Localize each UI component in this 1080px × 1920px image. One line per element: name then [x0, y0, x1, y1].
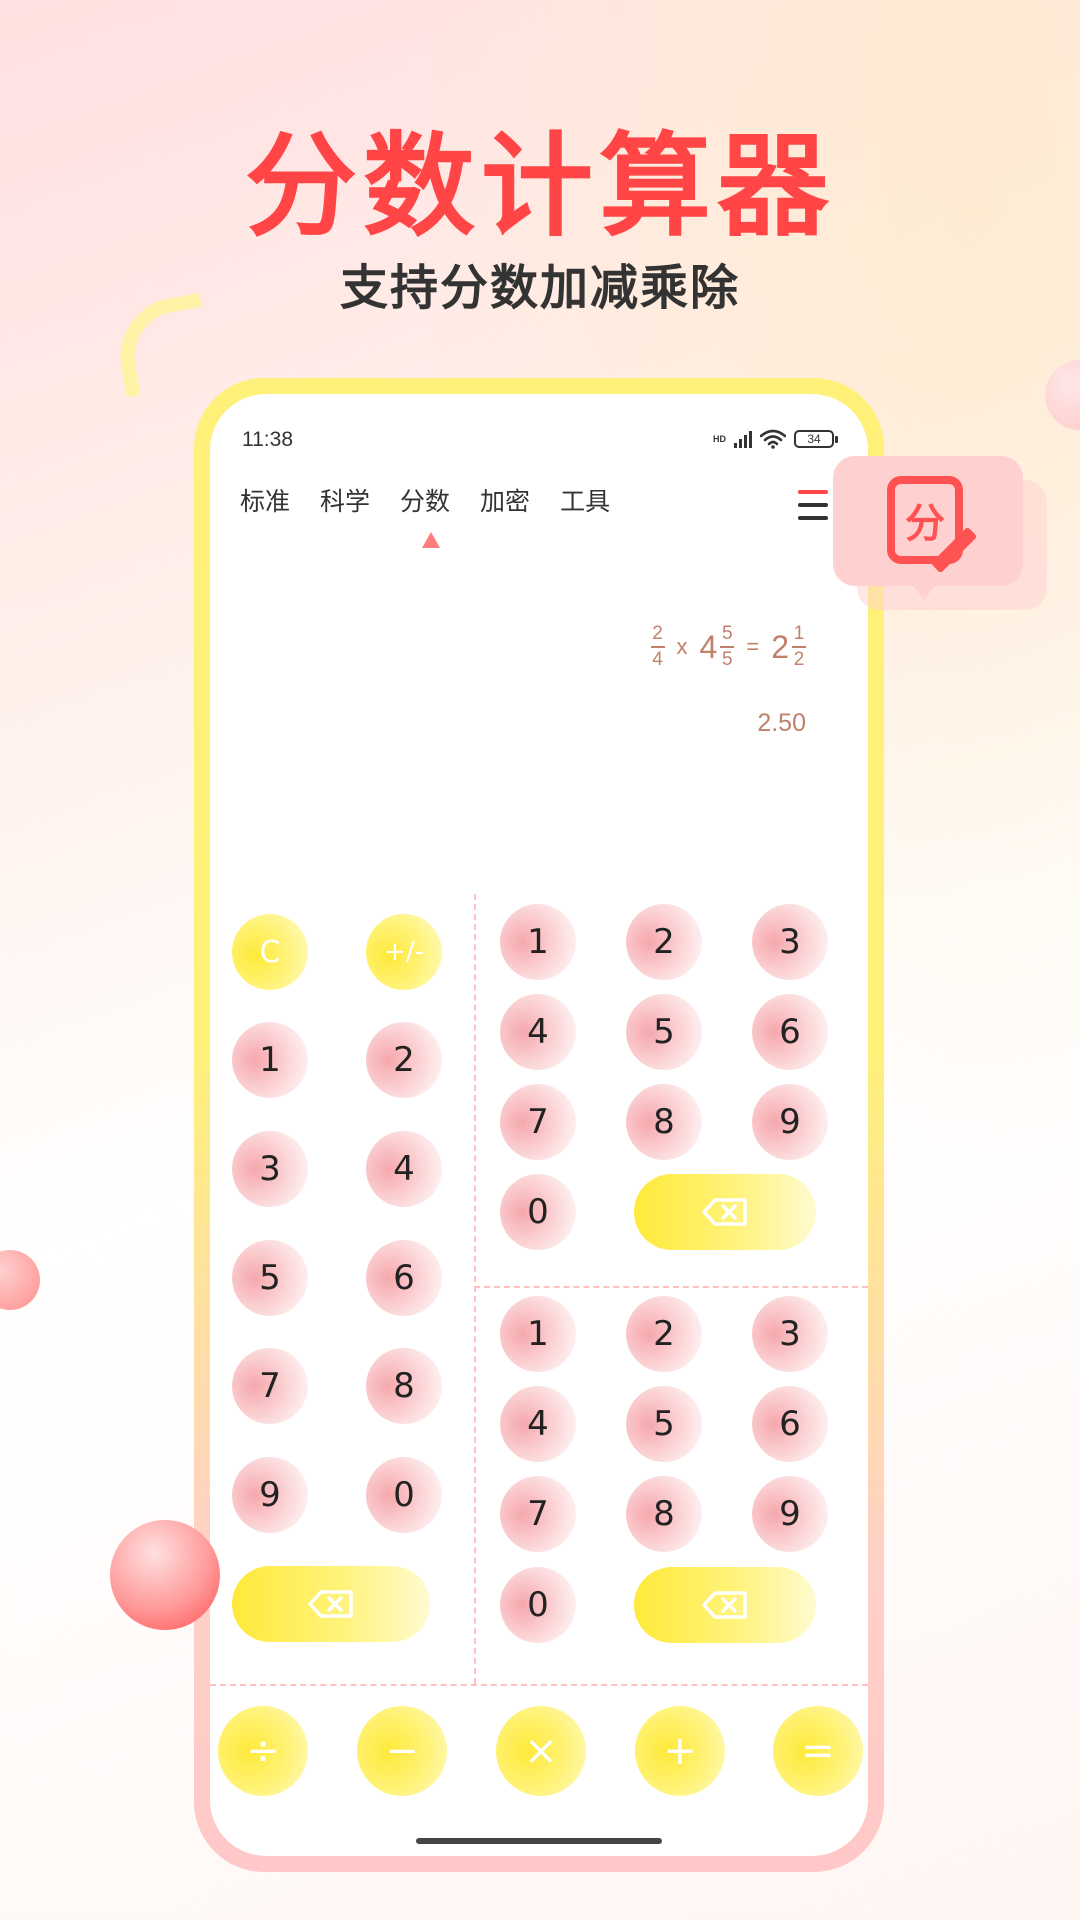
clear-button[interactable]: C: [232, 914, 308, 990]
numerator-key-1[interactable]: 1: [500, 904, 576, 980]
tab-encryption[interactable]: 加密: [480, 482, 530, 518]
backspace-icon: [702, 1198, 747, 1226]
divider: [210, 1684, 868, 1686]
whole-key-1[interactable]: 1: [232, 1022, 308, 1098]
denominator-key-9[interactable]: 9: [752, 1476, 828, 1552]
numerator-key-6[interactable]: 6: [752, 994, 828, 1070]
denominator-key-3[interactable]: 3: [752, 1296, 828, 1372]
expression-display: 24 x 4 55 = 2 12: [650, 623, 806, 670]
denominator-backspace-button[interactable]: [634, 1567, 816, 1643]
whole-key-4[interactable]: 4: [366, 1131, 442, 1207]
result-decimal: 2.50: [757, 709, 806, 737]
tab-fraction[interactable]: 分数: [400, 482, 450, 518]
home-indicator: [416, 1838, 662, 1844]
battery-icon: 34: [794, 430, 838, 448]
equals-button[interactable]: =: [773, 1706, 863, 1796]
divider: [474, 1286, 868, 1288]
decorative-ball: [110, 1520, 220, 1630]
whole-key-5[interactable]: 5: [232, 1240, 308, 1316]
denominator-key-1[interactable]: 1: [500, 1296, 576, 1372]
whole-key-9[interactable]: 9: [232, 1457, 308, 1533]
status-icons: HD 34: [713, 428, 838, 450]
subtract-button[interactable]: −: [357, 1706, 447, 1796]
denominator-key-5[interactable]: 5: [626, 1386, 702, 1462]
whole-key-3[interactable]: 3: [232, 1131, 308, 1207]
add-button[interactable]: +: [635, 1706, 725, 1796]
promo-headline: 分数计算器: [245, 124, 835, 249]
active-tab-indicator: [422, 532, 440, 548]
multiply-button[interactable]: ×: [496, 1706, 586, 1796]
numerator-key-8[interactable]: 8: [626, 1084, 702, 1160]
denominator-key-2[interactable]: 2: [626, 1296, 702, 1372]
wifi-icon: [760, 429, 786, 449]
whole-key-0[interactable]: 0: [366, 1457, 442, 1533]
badge-tail: [910, 582, 938, 600]
keypad: C +/- 1 2 3 4 5 6 7 8 9 0 1 2 3 4 5 6 7 …: [210, 894, 868, 1834]
numerator-key-9[interactable]: 9: [752, 1084, 828, 1160]
sign-toggle-button[interactable]: +/-: [366, 914, 442, 990]
operand2-mixed: 4 55: [699, 623, 735, 670]
whole-key-2[interactable]: 2: [366, 1022, 442, 1098]
phone-mockup: 11:38 HD 34 标准 科学 分数 加密 工具 2 4 x 4 5 5 =…: [194, 378, 884, 1872]
equals-symbol: =: [746, 634, 760, 659]
numerator-key-4[interactable]: 4: [500, 994, 576, 1070]
tab-scientific[interactable]: 科学: [320, 482, 370, 518]
divide-button[interactable]: ÷: [218, 1706, 308, 1796]
denominator-key-4[interactable]: 4: [500, 1386, 576, 1462]
signal-icon: [734, 430, 752, 448]
tab-standard[interactable]: 标准: [240, 482, 290, 518]
app-screen: 11:38 HD 34 标准 科学 分数 加密 工具 2 4 x 4 5 5 =…: [210, 394, 868, 1856]
numerator-key-5[interactable]: 5: [626, 994, 702, 1070]
backspace-icon: [308, 1590, 353, 1618]
whole-key-8[interactable]: 8: [366, 1348, 442, 1424]
backspace-icon: [702, 1591, 747, 1619]
fraction-app-badge: 分: [833, 456, 1023, 586]
denominator-key-6[interactable]: 6: [752, 1386, 828, 1462]
numerator-key-0[interactable]: 0: [500, 1174, 576, 1250]
menu-icon[interactable]: [798, 490, 828, 526]
hd-label: HD: [713, 434, 726, 444]
divider: [474, 894, 476, 1684]
whole-key-7[interactable]: 7: [232, 1348, 308, 1424]
status-time: 11:38: [242, 428, 293, 451]
operand1-fraction: 24: [650, 623, 665, 670]
numerator-key-3[interactable]: 3: [752, 904, 828, 980]
denominator-key-8[interactable]: 8: [626, 1476, 702, 1552]
numerator-key-2[interactable]: 2: [626, 904, 702, 980]
whole-key-6[interactable]: 6: [366, 1240, 442, 1316]
whole-backspace-button[interactable]: [232, 1566, 430, 1642]
numerator-key-7[interactable]: 7: [500, 1084, 576, 1160]
tab-tools[interactable]: 工具: [560, 482, 610, 518]
operator-symbol: x: [676, 634, 688, 659]
denominator-key-0[interactable]: 0: [500, 1567, 576, 1643]
result-mixed: 2 12: [771, 623, 806, 670]
denominator-key-7[interactable]: 7: [500, 1476, 576, 1552]
numerator-backspace-button[interactable]: [634, 1174, 816, 1250]
mode-tabs: 标准 科学 分数 加密 工具: [240, 482, 610, 518]
